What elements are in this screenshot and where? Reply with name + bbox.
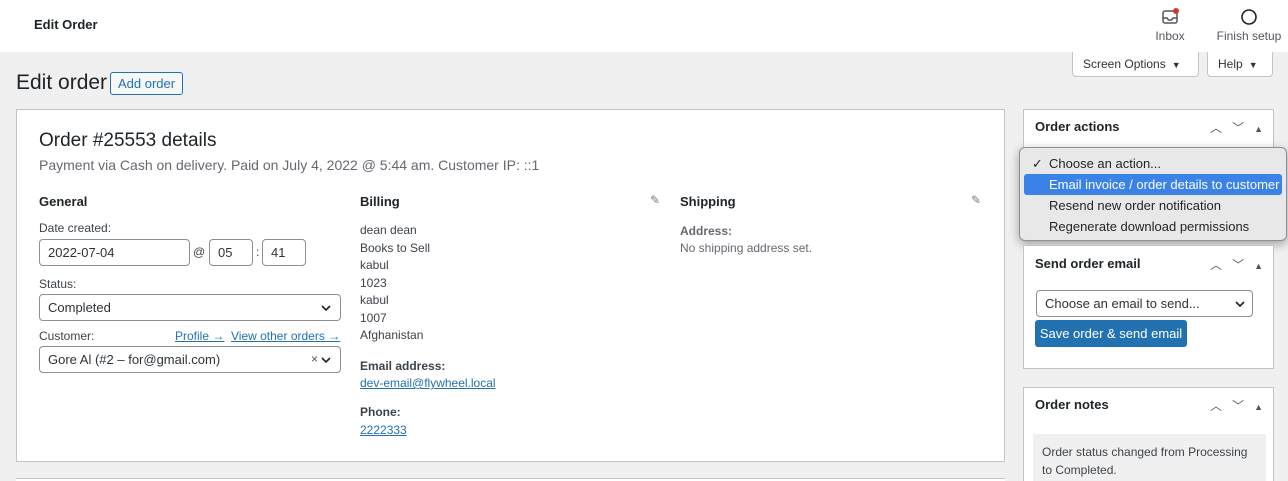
billing-line: dean dean xyxy=(360,223,417,237)
customer-label: Customer: xyxy=(39,329,95,343)
toggle-panel-icon[interactable]: ▲ xyxy=(1254,402,1263,412)
move-up-icon[interactable]: ︿ xyxy=(1210,119,1232,136)
minute-input[interactable]: 41 xyxy=(262,239,306,266)
help-tab[interactable]: Help ▼ xyxy=(1207,52,1273,77)
top-bar: Edit Order Inbox Finish setup xyxy=(0,0,1288,52)
screen-options-tab[interactable]: Screen Options ▼ xyxy=(1072,52,1199,77)
dropdown-option-highlighted[interactable]: Email invoice / order details to custome… xyxy=(1024,174,1282,195)
toggle-panel-icon[interactable]: ▲ xyxy=(1254,261,1263,271)
add-order-button[interactable]: Add order xyxy=(110,72,184,95)
billing-email-link[interactable]: dev-email@flywheel.local xyxy=(360,376,496,390)
order-notes-heading: Order notes xyxy=(1035,397,1109,412)
edit-billing-pencil-icon[interactable]: ✎ xyxy=(650,193,660,207)
customer-select[interactable]: Gore Al (#2 – for@gmail.com) × xyxy=(39,346,341,373)
screen-options-label: Screen Options xyxy=(1083,57,1166,71)
save-and-send-email-button[interactable]: Save order & send email xyxy=(1035,320,1187,347)
finish-setup-label: Finish setup xyxy=(1216,29,1282,43)
dropdown-option[interactable]: Resend new order notification xyxy=(1024,195,1282,216)
status-select[interactable]: Completed xyxy=(39,294,341,321)
email-select-value: Choose an email to send... xyxy=(1045,296,1200,311)
at-separator: @ xyxy=(193,245,206,259)
billing-phone-link[interactable]: 2222333 xyxy=(360,423,407,437)
top-bar-title: Edit Order xyxy=(34,17,98,32)
order-details-panel: Order #25553 details Payment via Cash on… xyxy=(16,109,1005,462)
time-colon: : xyxy=(256,245,260,259)
move-down-icon[interactable]: ﹀ xyxy=(1232,119,1254,136)
email-label: Email address: xyxy=(360,359,446,373)
email-select[interactable]: Choose an email to send... xyxy=(1036,290,1253,317)
progress-ring-icon xyxy=(1241,9,1257,25)
view-other-orders-link[interactable]: View other orders → xyxy=(231,329,340,343)
move-up-icon[interactable]: ︿ xyxy=(1210,256,1232,273)
billing-line: kabul xyxy=(360,258,389,272)
billing-address: dean dean Books to Sell kabul 1023 kabul… xyxy=(360,222,430,345)
order-action-dropdown[interactable]: ✓ Choose an action... Email invoice / or… xyxy=(1019,147,1287,241)
move-down-icon[interactable]: ﹀ xyxy=(1232,256,1254,273)
chevron-down-icon xyxy=(321,305,331,312)
option-label: Email invoice / order details to custome… xyxy=(1049,177,1280,192)
help-label: Help xyxy=(1218,57,1243,71)
send-order-email-box: Send order email ︿﹀▲ Choose an email to … xyxy=(1023,245,1274,369)
chevron-down-icon xyxy=(321,357,331,364)
finish-setup-button[interactable]: Finish setup xyxy=(1212,8,1286,43)
inbox-button[interactable]: Inbox xyxy=(1148,8,1192,43)
billing-line: Afghanistan xyxy=(360,328,424,342)
order-note: Order status changed from Processing to … xyxy=(1033,434,1266,481)
notification-dot xyxy=(1173,8,1179,14)
order-actions-heading: Order actions xyxy=(1035,119,1120,134)
status-label: Status: xyxy=(39,277,77,291)
status-value: Completed xyxy=(48,300,111,315)
order-notes-box: Order notes ︿﹀▲ Order status changed fro… xyxy=(1023,387,1274,481)
general-heading: General xyxy=(39,194,88,209)
billing-line: 1007 xyxy=(360,310,387,325)
move-up-icon[interactable]: ︿ xyxy=(1210,397,1232,414)
billing-line: kabul xyxy=(360,293,389,307)
shipping-address-label: Address: xyxy=(680,224,733,238)
caret-down-icon: ▼ xyxy=(1171,60,1181,70)
dropdown-option[interactable]: Regenerate download permissions xyxy=(1024,216,1282,237)
option-label: Regenerate download permissions xyxy=(1049,219,1250,234)
shipping-heading: Shipping xyxy=(680,194,736,209)
option-label: Choose an action... xyxy=(1049,156,1162,171)
date-created-label: Date created: xyxy=(39,221,112,235)
order-subtitle: Payment via Cash on delivery. Paid on Ju… xyxy=(39,157,540,173)
move-down-icon[interactable]: ﹀ xyxy=(1232,397,1254,414)
inbox-label: Inbox xyxy=(1155,29,1185,43)
shipping-address-value: No shipping address set. xyxy=(680,241,813,255)
edit-shipping-pencil-icon[interactable]: ✎ xyxy=(971,193,981,207)
dropdown-option[interactable]: ✓ Choose an action... xyxy=(1024,153,1282,174)
phone-label: Phone: xyxy=(360,405,401,419)
checkmark-icon: ✓ xyxy=(1032,156,1043,171)
toggle-panel-icon[interactable]: ▲ xyxy=(1254,124,1263,134)
billing-line: Books to Sell xyxy=(360,240,431,255)
clear-icon[interactable]: × xyxy=(311,347,318,372)
caret-down-icon: ▼ xyxy=(1248,60,1258,70)
send-email-heading: Send order email xyxy=(1035,256,1141,271)
billing-line: 1023 xyxy=(360,275,387,290)
profile-link[interactable]: Profile → xyxy=(175,329,224,343)
option-label: Resend new order notification xyxy=(1049,198,1221,213)
date-created-input[interactable]: 2022-07-04 xyxy=(39,239,190,266)
chevron-down-icon xyxy=(1235,301,1245,308)
customer-value: Gore Al (#2 – for@gmail.com) xyxy=(48,352,221,367)
hour-input[interactable]: 05 xyxy=(209,239,253,266)
order-heading: Order #25553 details xyxy=(39,130,217,151)
billing-heading: Billing xyxy=(360,194,400,209)
page-title: Edit order xyxy=(16,71,108,94)
